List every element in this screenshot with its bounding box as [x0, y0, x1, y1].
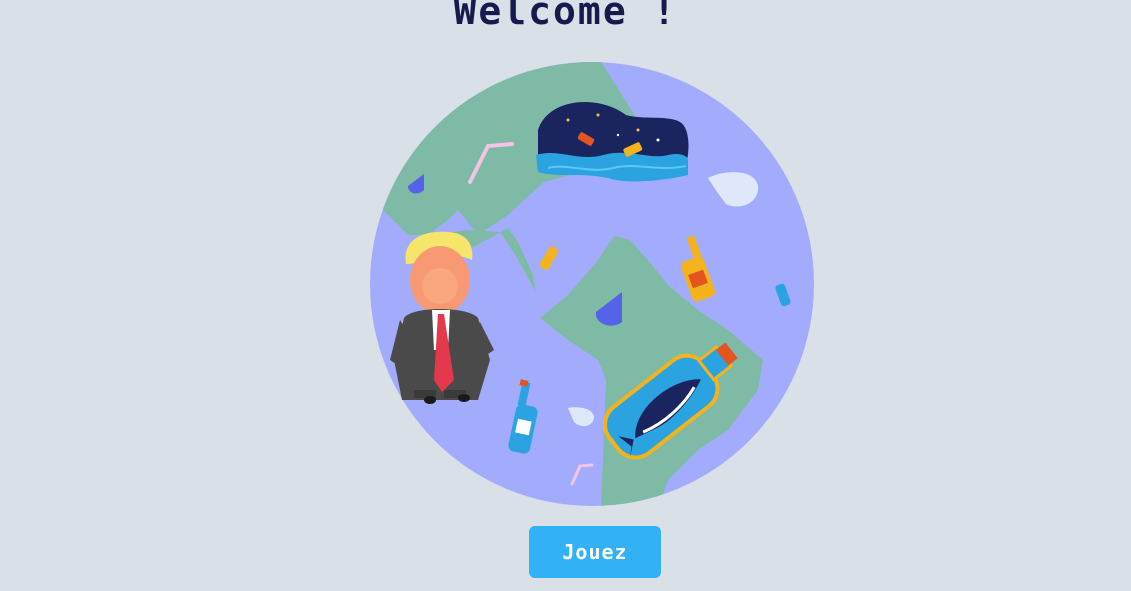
globe-illustration [368, 60, 816, 508]
welcome-screen: Welcome ! Jouez [0, 0, 1131, 591]
page-title: Welcome ! [453, 0, 678, 33]
play-button[interactable]: Jouez [529, 526, 661, 578]
